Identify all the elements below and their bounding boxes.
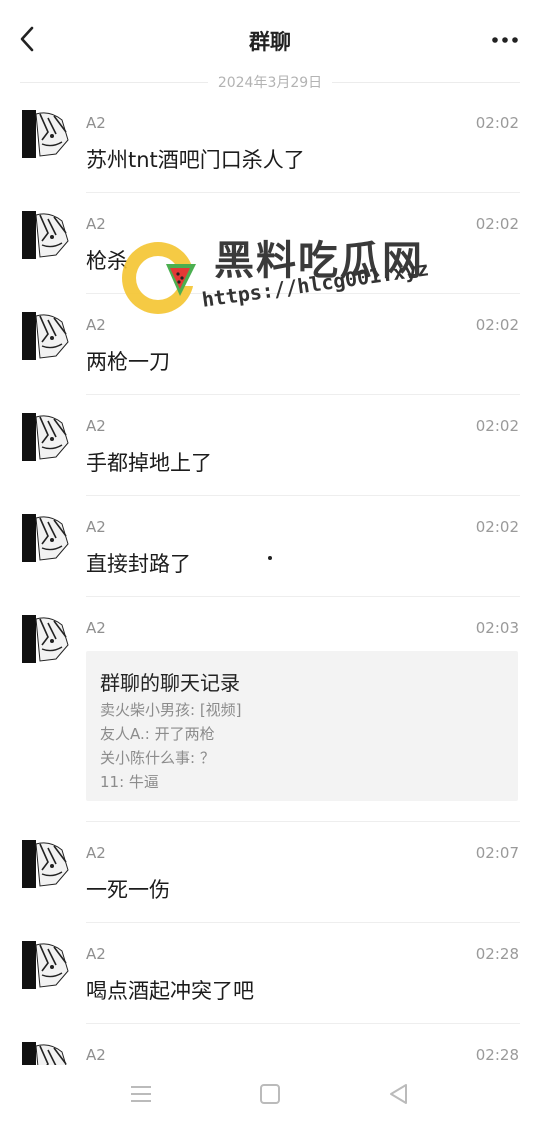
stray-dot (268, 556, 272, 560)
sender-name: A2 (86, 417, 106, 435)
message-text: 两枪一刀 (86, 350, 170, 374)
message-row[interactable]: A2 02:07 一死一伤 (0, 822, 540, 923)
system-nav-bar (0, 1065, 540, 1125)
card-title: 群聊的聊天记录 (100, 671, 240, 695)
sender-name: A2 (86, 518, 106, 536)
avatar[interactable] (22, 941, 70, 989)
message-time: 02:28 (475, 1046, 519, 1064)
avatar[interactable] (22, 413, 70, 461)
message-time: 02:02 (475, 316, 519, 334)
sender-name: A2 (86, 945, 106, 963)
divider (20, 81, 208, 83)
avatar[interactable] (22, 615, 70, 663)
page-title: 群聊 (249, 30, 291, 54)
more-icon[interactable] (490, 30, 520, 50)
date-label: 2024年3月29日 (217, 75, 323, 91)
message-time: 02:02 (475, 417, 519, 435)
message-text: 苏州tnt酒吧门口杀人了 (86, 148, 305, 172)
avatar[interactable] (22, 514, 70, 562)
message-time: 02:02 (475, 114, 519, 132)
avatar[interactable] (22, 110, 70, 158)
avatar[interactable] (22, 840, 70, 888)
divider (332, 81, 521, 83)
sender-name: A2 (86, 316, 106, 334)
message-text: 喝点酒起冲突了吧 (86, 979, 254, 1003)
message-time: 02:03 (475, 619, 519, 637)
sender-name: A2 (86, 114, 106, 132)
message-row[interactable]: A2 02:03 群聊的聊天记录卖火柴小男孩: [视频] 友人A.: 开了两枪 关小陈什… (0, 597, 540, 822)
date-separator: 2024年3月29日 (20, 70, 521, 94)
chat-history-card[interactable]: 群聊的聊天记录卖火柴小男孩: [视频] 友人A.: 开了两枪 关小陈什么事: ？ 11… (86, 651, 518, 801)
top-bar: 群聊 (0, 0, 540, 80)
message-time: 02:02 (475, 518, 519, 536)
message-row[interactable]: A2 02:02 直接封路了 (0, 496, 540, 597)
watermark-logo-icon (122, 242, 198, 314)
sender-name: A2 (86, 844, 106, 862)
watermark: 黑料吃瓜网 https://hlcg001.xyz (118, 228, 438, 338)
card-line: 关小陈什么事: ？ (100, 749, 215, 767)
message-time: 02:28 (475, 945, 519, 963)
home-square-icon[interactable] (255, 1079, 285, 1109)
card-line: 友人A.: 开了两枪 (100, 725, 215, 743)
sender-name: A2 (86, 1046, 106, 1064)
message-row[interactable]: A2 02:28 喝点酒起冲突了吧 (0, 923, 540, 1024)
sender-name: A2 (86, 619, 106, 637)
sender-name: A2 (86, 215, 106, 233)
message-text: 直接封路了 (86, 552, 191, 576)
card-line: 11: 牛逼 (100, 773, 159, 791)
message-text: 一死一伤 (86, 878, 170, 902)
message-row[interactable]: A2 02:02 苏州tnt酒吧门口杀人了 (0, 92, 540, 193)
message-time: 02:07 (475, 844, 519, 862)
avatar[interactable] (22, 211, 70, 259)
card-line: 卖火柴小男孩: [视频] (100, 701, 242, 719)
nav-back-icon[interactable] (384, 1079, 414, 1109)
avatar[interactable] (22, 312, 70, 360)
message-row[interactable]: A2 02:02 手都掉地上了 (0, 395, 540, 496)
menu-icon[interactable] (126, 1079, 156, 1109)
message-text: 手都掉地上了 (86, 451, 212, 475)
message-time: 02:02 (475, 215, 519, 233)
